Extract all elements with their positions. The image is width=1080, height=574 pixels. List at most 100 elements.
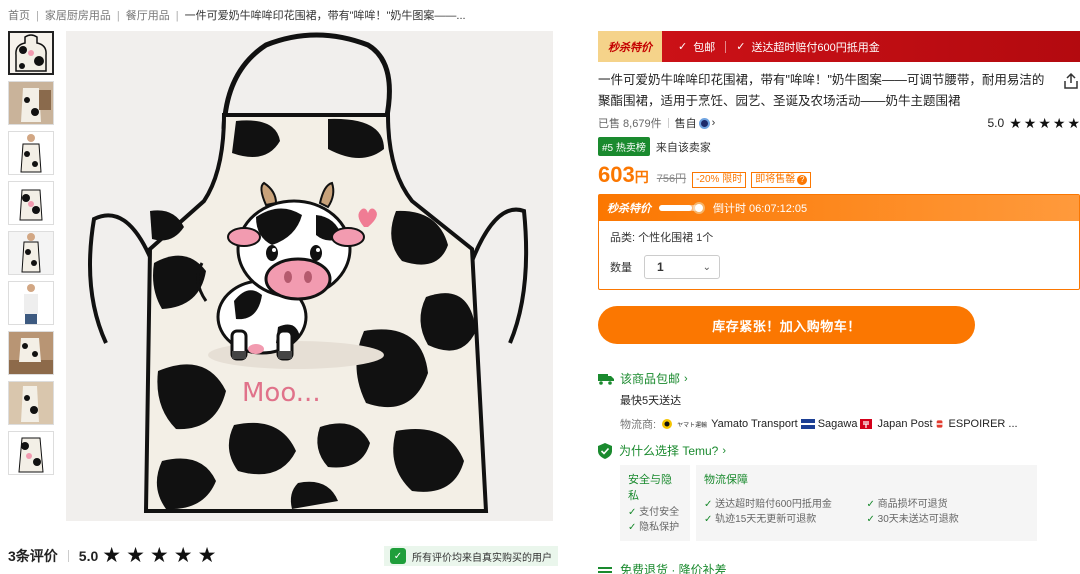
japan-post-logo-icon [860,419,873,429]
chevron-right-icon: › [711,117,716,129]
promo-banner: 秒杀特价 ✓ 包邮 ✓ 送达超时赔付600円抵用金 [598,31,1080,62]
flash-sale-box: 秒杀特价 倒计时 06:07:12:05 品类: 个性化围裙 1个 数量 1 ⌄ [598,194,1080,290]
bestseller-text: 来自该卖家 [655,141,711,154]
star-icon: ★ [1038,114,1051,131]
carrier-sagawa-name: Sagawa [817,418,858,430]
delivery-eta: 最快5天送达 [620,395,682,407]
thumbnail-list [8,31,54,481]
add-to-cart-button[interactable]: 库存紧张！加入购物车！ [598,306,975,344]
why-temu-link[interactable]: 为什么选择 Temu? › [598,442,1080,459]
seller-link[interactable]: 售自 › [675,115,716,131]
quantity-label: 数量 [610,262,632,274]
breadcrumb-separator: | [116,10,120,22]
breadcrumb-dining[interactable]: 餐厅用品 [126,10,170,22]
thumbnail-4[interactable] [8,181,54,225]
review-score: 5.0 [78,548,99,564]
share-icon[interactable] [1062,72,1080,90]
thumbnail-2[interactable] [8,81,54,125]
check-icon: ✓ [678,41,688,53]
logistics-col-left: 送达超时赔付600円抵用金 轨迹15天无更新可退款 [704,498,867,536]
logistics-item: 送达超时赔付600円抵用金 [704,498,861,511]
original-price: 756円 [656,173,687,185]
product-rating[interactable]: 5.0 ★ ★ ★ ★ ★ [988,115,1080,132]
logistics-item: 轨迹15天无更新可退款 [704,513,861,526]
question-icon: ? [797,175,808,185]
free-shipping-link[interactable]: 该商品包邮 › [598,370,1080,387]
quantity-select[interactable]: 1 ⌄ [644,255,720,279]
breadcrumb-home-kitchen[interactable]: 家居厨房用品 [45,10,111,22]
seller-label: 售自 [674,118,697,130]
main-product-image[interactable]: Moo... [66,31,553,521]
promo-late-compensation: ✓ 送达超时赔付600円抵用金 [736,39,880,55]
carriers-row: 物流商: ヤマト運輸 Yamato Transport Sagawa Japan… [620,416,1080,432]
sales-info-row: 已售 8,679件 售自 › 5.0 ★ ★ ★ ★ ★ [598,114,1080,132]
countdown-timer: 倒计时 06:07:12:05 [713,203,808,215]
free-returns-link[interactable]: 免费退货 · 降价补差 [598,561,727,574]
check-icon: ✓ [736,41,746,53]
star-icon: ★ [173,544,193,567]
security-item: 支付安全 [628,506,682,519]
variant-selection[interactable]: 品类: 个性化围裙 1个 [610,229,1068,245]
thumbnail-3[interactable] [8,131,54,175]
product-title-row: 一件可爱奶牛哞哞印花围裙，带有"哞哞！"奶牛图案——可调节腰带，耐用易洁的聚酯围… [598,70,1080,112]
logistics-guarantee-box: 物流保障 送达超时赔付600円抵用金 轨迹15天无更新可退款 商品损坏可退货 3… [696,465,1037,541]
carrier-sagawa: Sagawa [800,418,858,430]
discount-badge: -20% 限时 [692,172,747,188]
logistics-item: 30天未送达可退款 [867,513,1024,526]
promo-free-shipping-text: 包邮 [693,41,716,54]
almost-sold-out-badge[interactable]: 即将售罄? [751,172,812,188]
divider [667,118,669,128]
flash-sale-header: 秒杀特价 倒计时 06:07:12:05 [599,195,1079,221]
security-item: 隐私保护 [628,521,682,534]
breadcrumb-current: 一件可爱奶牛哞哞印花围裙，带有"哞哞！"奶牛图案——... [184,10,466,22]
price-row: 603 円 756円 -20% 限时 即将售罄? [598,162,1080,188]
flash-sale-label: 秒杀特价 [598,31,662,62]
sold-count: 已售 8,679件 [598,118,662,130]
star-icon: ★ [149,544,169,567]
breadcrumb-home[interactable]: 首页 [8,10,30,22]
review-count[interactable]: 3条评价 [8,546,58,566]
star-icon: ★ [126,544,145,567]
list-icon [598,565,612,574]
divider [67,550,69,562]
current-price: 603 [598,162,635,187]
star-icon: ★ [1023,114,1037,131]
star-icon: ★ [1052,114,1066,131]
thumbnail-7[interactable] [8,331,54,375]
flash-sale-body: 品类: 个性化围裙 1个 数量 1 ⌄ [599,221,1079,289]
logistics-title: 物流保障 [704,474,748,486]
review-summary-bar: 3条评价 5.0 ★ ★ ★ ★ ★ ✓ 所有评价均来自真实购买的用户 [8,544,558,568]
chevron-down-icon: ⌄ [702,261,711,273]
carrier-espoirer: ESPOIRER ... [936,418,1018,430]
star-icon: ★ [1067,114,1080,131]
product-title: 一件可爱奶牛哞哞印花围裙，带有"哞哞！"奶牛图案——可调节腰带，耐用易洁的聚酯围… [598,73,1045,108]
thumbnail-1[interactable] [8,31,54,75]
star-icon: ★ [197,544,217,567]
quantity-value: 1 [657,260,664,274]
free-returns-title: 免费退货 · 降价补差 [620,563,727,574]
yamato-logo-text: ヤマト運輸 [677,422,708,429]
verified-shield-icon: ✓ [390,548,406,564]
flash-sale-title: 秒杀特价 [607,203,651,215]
why-temu-boxes: 安全与隐私 支付安全 隐私保护 物流保障 送达超时赔付600円抵用金 轨迹15天… [620,465,1080,541]
breadcrumb-separator: | [175,10,179,22]
carrier-yamato-name: Yamato Transport [711,418,798,430]
thumbnail-5[interactable] [8,231,54,275]
carrier-yamato: ヤマト運輸 Yamato Transport [660,418,798,430]
bestseller-row: #5 热卖榜 来自该卖家 [598,137,1080,156]
bestseller-badge[interactable]: #5 热卖榜 [598,137,650,156]
carrier-japanpost-name: Japan Post [877,418,933,430]
chevron-right-icon: › [722,444,727,457]
carriers-label: 物流商: [620,419,657,431]
product-rating-score: 5.0 [987,116,1005,130]
carrier-espoirer-name: ESPOIRER ... [948,418,1018,430]
breadcrumb: 首页 | 家居厨房用品 | 餐厅用品 | 一件可爱奶牛哞哞印花围裙，带有"哞哞！"奶牛图案—… [8,7,578,23]
thumbnail-9[interactable] [8,431,54,475]
chevron-right-icon: › [684,372,688,385]
security-privacy-box: 安全与隐私 支付安全 隐私保护 [620,465,690,541]
promo-late-compensation-text: 送达超时赔付600円抵用金 [751,41,880,54]
free-shipping-title: 该商品包邮 [620,372,681,386]
thumbnail-8[interactable] [8,381,54,425]
breadcrumb-separator: | [36,10,39,22]
thumbnail-6[interactable] [8,281,54,325]
